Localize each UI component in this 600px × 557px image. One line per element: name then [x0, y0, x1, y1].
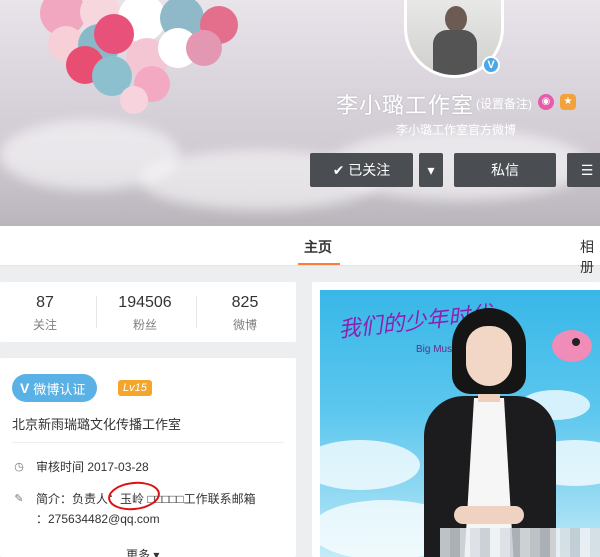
followers-count: 194506: [118, 294, 172, 311]
verified-v-icon: V: [482, 56, 500, 74]
poster-figure-hands: [454, 506, 524, 524]
stat-divider: [96, 296, 97, 328]
stat-posts[interactable]: 825 微博: [200, 294, 290, 333]
cartoon-bird: [552, 330, 592, 362]
verification-description: 北京新雨瑞璐文化传播工作室: [12, 417, 182, 432]
poster-figure-face: [466, 326, 512, 386]
review-time-text: 审核时间 2017-03-28: [36, 460, 149, 474]
tab-photos[interactable]: 相册: [580, 237, 600, 277]
weibo-profile-page: V 李小璐工作室 (设置备注) ◉ ★ 李小璐工作室官方微博 ✔ 已关注 ▾ 私…: [0, 0, 600, 557]
following-label: 关注: [32, 318, 57, 332]
cloud-decoration: [0, 120, 180, 190]
medal-icon[interactable]: ★: [560, 94, 576, 110]
follow-dropdown-button[interactable]: ▾: [419, 153, 443, 187]
followers-label: 粉丝: [132, 318, 157, 332]
post-card: 我们的少年时代 Big Music: [312, 282, 600, 557]
member-icon[interactable]: ◉: [538, 94, 554, 110]
tab-home[interactable]: 主页: [304, 237, 332, 257]
profile-tab-bar: 主页 相册: [0, 226, 600, 275]
more-menu-button[interactable]: ☰: [567, 153, 600, 187]
balloon: [120, 86, 148, 114]
post-image[interactable]: 我们的少年时代 Big Music: [320, 290, 600, 557]
email-text: ：275634482@qq.com: [36, 512, 160, 526]
profile-info-card: V 微博认证 Lv15 北京新雨瑞璐文化传播工作室 ◷ 审核时间 2017-03…: [0, 358, 296, 557]
cloud-decoration: [320, 440, 420, 490]
avatar-head: [445, 6, 467, 32]
stats-card: 87 关注 194506 粉丝 825 微博: [0, 282, 296, 342]
more-info-link[interactable]: 更多 ▾: [126, 546, 159, 557]
email-row: ：275634482@qq.com: [36, 510, 160, 527]
level-badge[interactable]: Lv15: [118, 380, 152, 396]
posts-label: 微博: [232, 318, 257, 332]
cartoon-bird-eye: [572, 338, 580, 346]
verified-label: 微博认证: [33, 381, 86, 397]
clock-icon: ◷: [14, 461, 24, 473]
menu-icon: ☰: [580, 161, 594, 178]
red-circle-annotation: [106, 479, 162, 513]
profile-subtitle: 李小璐工作室官方微博: [396, 123, 517, 137]
review-time-row: ◷ 审核时间 2017-03-28: [12, 458, 149, 475]
posts-count: 825: [231, 294, 259, 311]
chevron-down-icon: ▾: [427, 161, 435, 178]
stat-divider: [196, 296, 197, 328]
weibo-verified-badge[interactable]: V 微博认证: [12, 374, 98, 402]
stat-following[interactable]: 87 关注: [0, 294, 90, 333]
avatar-body: [433, 30, 477, 75]
active-tab-indicator: [298, 263, 340, 265]
profile-banner: V 李小璐工作室 (设置备注) ◉ ★ 李小璐工作室官方微博 ✔ 已关注 ▾ 私…: [0, 0, 600, 226]
profile-name: 李小璐工作室: [336, 93, 475, 118]
message-button[interactable]: 私信: [454, 153, 556, 187]
followed-button[interactable]: ✔ 已关注: [310, 153, 413, 187]
edit-icon: ✎: [14, 493, 24, 505]
balloon: [186, 30, 222, 66]
following-count: 87: [36, 294, 54, 311]
divider: [12, 442, 284, 443]
verified-v-icon: V: [20, 380, 30, 396]
stat-followers[interactable]: 194506 粉丝: [100, 294, 190, 333]
set-remark-link[interactable]: (设置备注): [476, 95, 532, 112]
pixelated-watermark: [440, 528, 600, 557]
